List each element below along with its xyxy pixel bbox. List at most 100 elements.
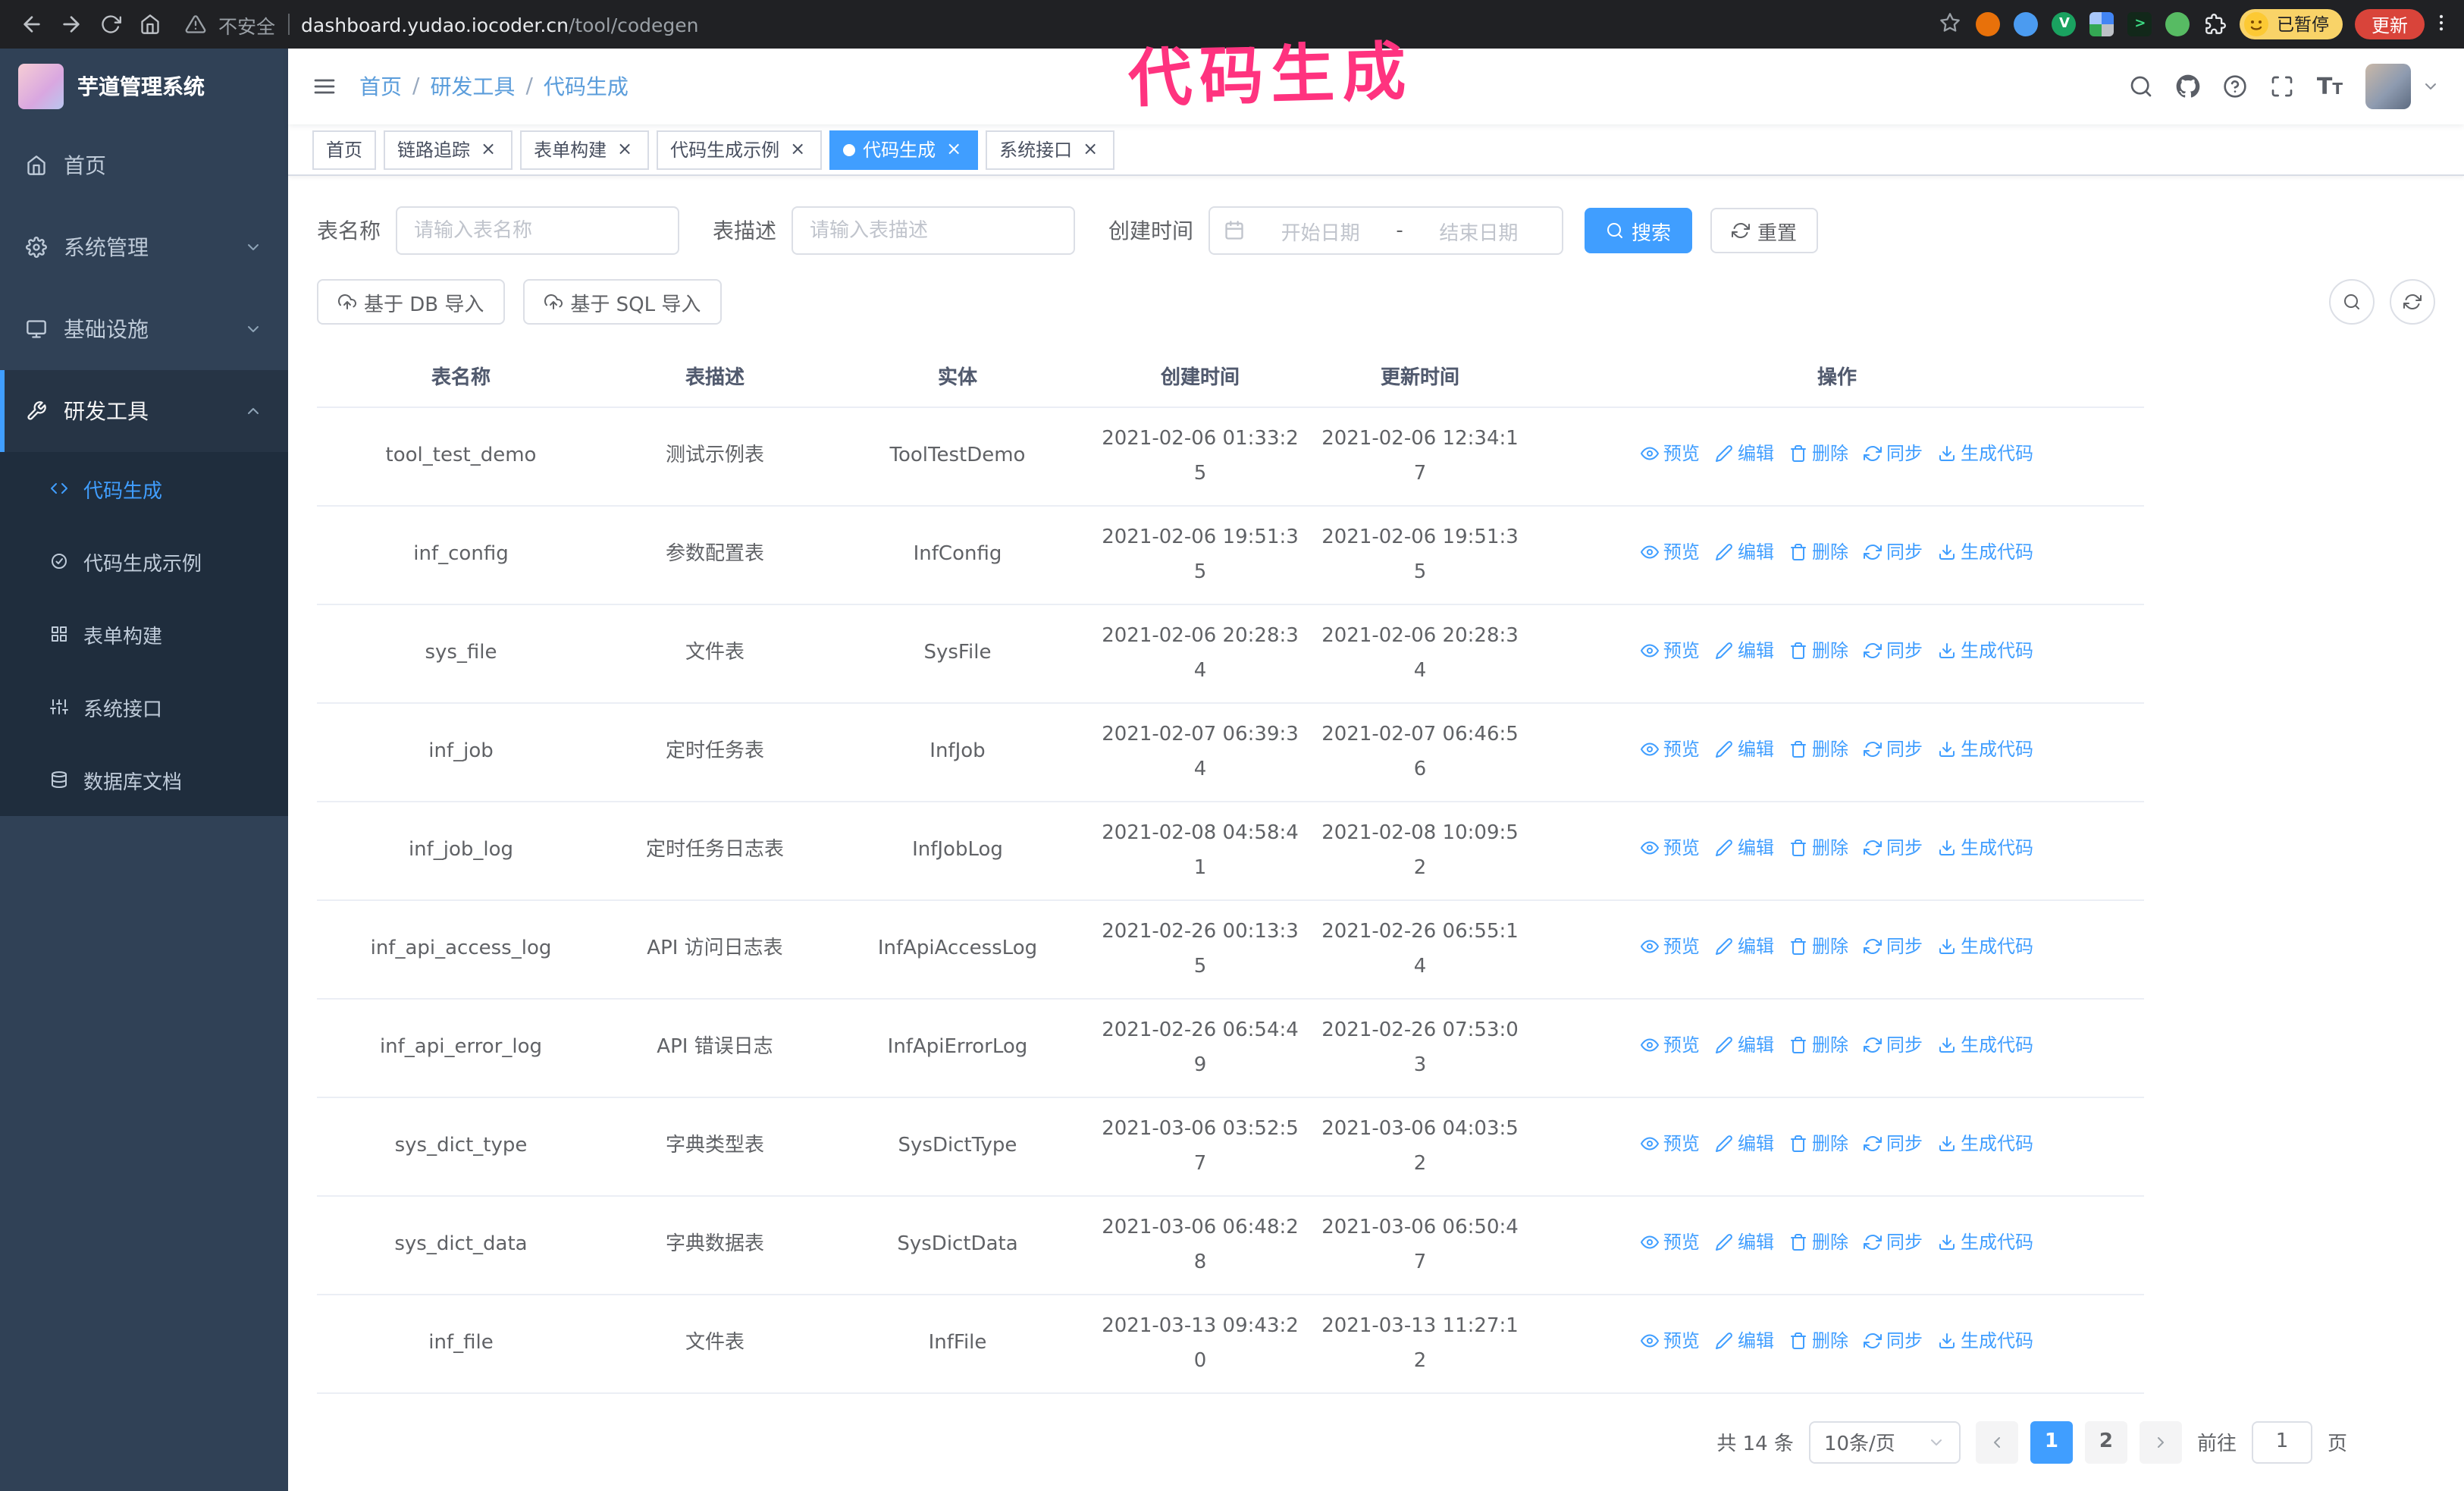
sync-link[interactable]: 同步: [1864, 1028, 1923, 1063]
search-icon[interactable]: [2129, 74, 2153, 99]
sidebar-item-system[interactable]: 系统管理: [0, 206, 288, 288]
tab-close-icon[interactable]: ×: [478, 139, 499, 160]
generate-code-link[interactable]: 生成代码: [1938, 930, 2033, 965]
avatar-caret-icon[interactable]: [2422, 77, 2440, 96]
update-button[interactable]: 更新: [2354, 9, 2425, 39]
import-sql-button[interactable]: 基于 SQL 导入: [523, 279, 723, 325]
tab-close-icon[interactable]: ×: [1080, 139, 1101, 160]
bookmark-star-icon[interactable]: [1940, 11, 1961, 37]
sync-link[interactable]: 同步: [1864, 831, 1923, 866]
edit-link[interactable]: 编辑: [1715, 1324, 1774, 1359]
breadcrumb-home[interactable]: 首页: [359, 71, 402, 102]
prev-page-button[interactable]: [1975, 1420, 2018, 1463]
tab[interactable]: 代码生成示例 ×: [657, 130, 823, 169]
sidebar-item-codegen[interactable]: 代码生成: [0, 452, 288, 525]
table-name-input[interactable]: [396, 206, 679, 255]
tab[interactable]: 表单构建 ×: [520, 130, 650, 169]
address-bar[interactable]: 不安全 dashboard.yudao.iocoder.cn/tool/code…: [185, 10, 1961, 39]
generate-code-link[interactable]: 生成代码: [1938, 1226, 2033, 1260]
sidebar-item-home[interactable]: 首页: [0, 124, 288, 206]
search-button[interactable]: 搜索: [1585, 208, 1693, 253]
extension-icon-1[interactable]: [1976, 12, 2001, 36]
tab-close-icon[interactable]: ×: [787, 139, 808, 160]
next-page-button[interactable]: [2139, 1420, 2182, 1463]
preview-link[interactable]: 预览: [1641, 1028, 1700, 1063]
tab-close-icon[interactable]: ×: [614, 139, 635, 160]
edit-link[interactable]: 编辑: [1715, 1028, 1774, 1063]
sync-link[interactable]: 同步: [1864, 930, 1923, 965]
delete-link[interactable]: 删除: [1789, 437, 1848, 472]
app-logo[interactable]: 芋道管理系统: [0, 49, 288, 124]
preview-link[interactable]: 预览: [1641, 634, 1700, 669]
generate-code-link[interactable]: 生成代码: [1938, 831, 2033, 866]
sync-link[interactable]: 同步: [1864, 1127, 1923, 1162]
edit-link[interactable]: 编辑: [1715, 930, 1774, 965]
preview-link[interactable]: 预览: [1641, 1324, 1700, 1359]
generate-code-link[interactable]: 生成代码: [1938, 1028, 2033, 1063]
browser-home-icon[interactable]: [130, 5, 170, 44]
tab[interactable]: 链路追踪 ×: [384, 130, 513, 169]
delete-link[interactable]: 删除: [1789, 1324, 1848, 1359]
browser-back-icon[interactable]: [12, 5, 52, 44]
browser-forward-icon[interactable]: [52, 5, 91, 44]
delete-link[interactable]: 删除: [1789, 831, 1848, 866]
font-size-icon[interactable]: TT: [2317, 74, 2343, 98]
extension-icon-2[interactable]: [2014, 12, 2039, 36]
generate-code-link[interactable]: 生成代码: [1938, 437, 2033, 472]
generate-code-link[interactable]: 生成代码: [1938, 1127, 2033, 1162]
extension-icon-3[interactable]: V: [2052, 12, 2077, 36]
preview-link[interactable]: 预览: [1641, 437, 1700, 472]
preview-link[interactable]: 预览: [1641, 535, 1700, 570]
refresh-table-button[interactable]: [2390, 279, 2435, 325]
sidebar-item-form-builder[interactable]: 表单构建: [0, 598, 288, 670]
edit-link[interactable]: 编辑: [1715, 437, 1774, 472]
breadcrumb-devtools[interactable]: 研发工具: [430, 71, 515, 102]
delete-link[interactable]: 删除: [1789, 535, 1848, 570]
preview-link[interactable]: 预览: [1641, 930, 1700, 965]
page-number-button[interactable]: 1: [2030, 1420, 2073, 1463]
tab[interactable]: 首页 ×: [312, 130, 377, 169]
sidebar-item-codegen-example[interactable]: 代码生成示例: [0, 525, 288, 598]
preview-link[interactable]: 预览: [1641, 1226, 1700, 1260]
preview-link[interactable]: 预览: [1641, 733, 1700, 767]
generate-code-link[interactable]: 生成代码: [1938, 535, 2033, 570]
reset-button[interactable]: 重置: [1710, 208, 1819, 253]
browser-menu-icon[interactable]: [2431, 10, 2452, 39]
sidebar-item-db-doc[interactable]: 数据库文档: [0, 743, 288, 816]
extension-icon-5[interactable]: >: [2127, 12, 2152, 36]
edit-link[interactable]: 编辑: [1715, 535, 1774, 570]
table-desc-input[interactable]: [792, 206, 1075, 255]
help-icon[interactable]: [2223, 74, 2247, 99]
generate-code-link[interactable]: 生成代码: [1938, 1324, 2033, 1359]
preview-link[interactable]: 预览: [1641, 1127, 1700, 1162]
sync-link[interactable]: 同步: [1864, 1324, 1923, 1359]
extensions-puzzle-icon[interactable]: [2204, 12, 2228, 36]
extension-icon-4[interactable]: [2089, 12, 2114, 36]
fullscreen-icon[interactable]: [2270, 74, 2294, 99]
edit-link[interactable]: 编辑: [1715, 1127, 1774, 1162]
extension-icon-6[interactable]: [2165, 12, 2190, 36]
sidebar-item-devtools[interactable]: 研发工具: [0, 370, 288, 452]
sync-link[interactable]: 同步: [1864, 437, 1923, 472]
delete-link[interactable]: 删除: [1789, 634, 1848, 669]
sidebar-item-infra[interactable]: 基础设施: [0, 288, 288, 370]
browser-reload-icon[interactable]: [91, 5, 130, 44]
delete-link[interactable]: 删除: [1789, 930, 1848, 965]
avatar[interactable]: [2365, 64, 2411, 109]
profile-chip[interactable]: 已暂停: [2240, 9, 2343, 39]
date-range-picker[interactable]: 开始日期 - 结束日期: [1208, 206, 1563, 255]
generate-code-link[interactable]: 生成代码: [1938, 733, 2033, 767]
toggle-search-button[interactable]: [2329, 279, 2375, 325]
edit-link[interactable]: 编辑: [1715, 733, 1774, 767]
edit-link[interactable]: 编辑: [1715, 1226, 1774, 1260]
page-number-button[interactable]: 2: [2084, 1420, 2127, 1463]
github-icon[interactable]: [2176, 74, 2200, 99]
preview-link[interactable]: 预览: [1641, 831, 1700, 866]
hamburger-icon[interactable]: [312, 74, 337, 99]
delete-link[interactable]: 删除: [1789, 1226, 1848, 1260]
delete-link[interactable]: 删除: [1789, 1028, 1848, 1063]
import-db-button[interactable]: 基于 DB 导入: [317, 279, 506, 325]
edit-link[interactable]: 编辑: [1715, 831, 1774, 866]
goto-page-input[interactable]: [2251, 1420, 2312, 1463]
delete-link[interactable]: 删除: [1789, 1127, 1848, 1162]
